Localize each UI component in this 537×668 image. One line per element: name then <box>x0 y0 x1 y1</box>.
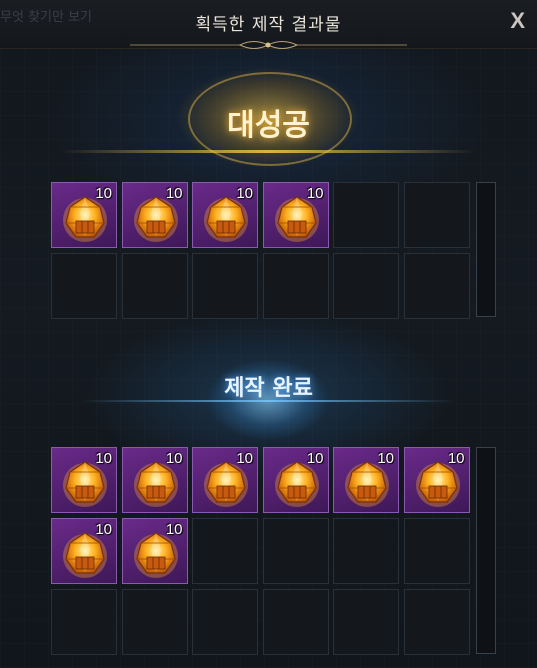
empty-slot <box>192 253 258 319</box>
item-slot[interactable]: 10 <box>121 182 188 248</box>
title-ornament-icon <box>130 41 407 49</box>
item-slot[interactable]: 10 <box>262 447 329 513</box>
item-slot[interactable]: 10 <box>333 447 399 513</box>
craft-complete-item-grid: 10 10 10 10 10 10 10 10 <box>51 447 470 655</box>
item-slot[interactable]: 10 <box>403 447 470 513</box>
item-slot[interactable]: 10 <box>262 182 329 248</box>
empty-slot <box>403 589 470 655</box>
item-count: 10 <box>377 450 394 467</box>
item-count: 10 <box>95 185 112 202</box>
empty-slot <box>403 518 470 584</box>
close-button[interactable]: X <box>510 8 525 34</box>
empty-slot <box>403 253 470 319</box>
item-count: 10 <box>165 185 183 202</box>
empty-slot <box>333 518 399 584</box>
empty-slot <box>333 589 399 655</box>
item-slot[interactable]: 10 <box>51 447 117 513</box>
empty-slot <box>192 589 258 655</box>
item-count: 10 <box>236 450 253 467</box>
great-success-banner: 대성공 <box>0 60 537 170</box>
gold-light-bar <box>60 150 477 153</box>
item-count: 10 <box>447 450 465 467</box>
empty-slot <box>262 518 329 584</box>
item-count: 10 <box>236 185 253 202</box>
item-slot[interactable]: 10 <box>192 447 258 513</box>
empty-slot <box>121 589 188 655</box>
empty-slot <box>51 253 117 319</box>
empty-slot <box>333 182 399 248</box>
empty-slot <box>262 253 329 319</box>
item-slot[interactable]: 10 <box>51 182 117 248</box>
window-title: 획득한 제작 결과물 <box>195 15 342 35</box>
empty-slot <box>333 253 399 319</box>
empty-slot <box>262 589 329 655</box>
great-success-scrollbar[interactable] <box>476 182 496 317</box>
craft-complete-banner: 제작 완료 <box>0 350 537 440</box>
item-count: 10 <box>306 450 324 467</box>
craft-complete-label: 제작 완료 <box>224 376 313 401</box>
empty-slot <box>403 182 470 248</box>
item-count: 10 <box>306 185 324 202</box>
item-slot[interactable]: 10 <box>121 518 188 584</box>
craft-result-window: 무엇 찾기만 보기 획득한 제작 결과물 X 대성공 10 10 10 10 제작 완… <box>0 0 537 668</box>
item-count: 10 <box>165 450 183 467</box>
item-slot[interactable]: 10 <box>51 518 117 584</box>
item-slot[interactable]: 10 <box>121 447 188 513</box>
great-success-label: 대성공 <box>227 108 310 143</box>
item-count: 10 <box>95 450 112 467</box>
item-count: 10 <box>95 521 112 538</box>
great-success-item-grid: 10 10 10 10 <box>51 182 470 319</box>
empty-slot <box>51 589 117 655</box>
item-slot[interactable]: 10 <box>192 182 258 248</box>
craft-complete-scrollbar[interactable] <box>476 447 496 654</box>
empty-slot <box>192 518 258 584</box>
empty-slot <box>121 253 188 319</box>
item-count: 10 <box>165 521 183 538</box>
